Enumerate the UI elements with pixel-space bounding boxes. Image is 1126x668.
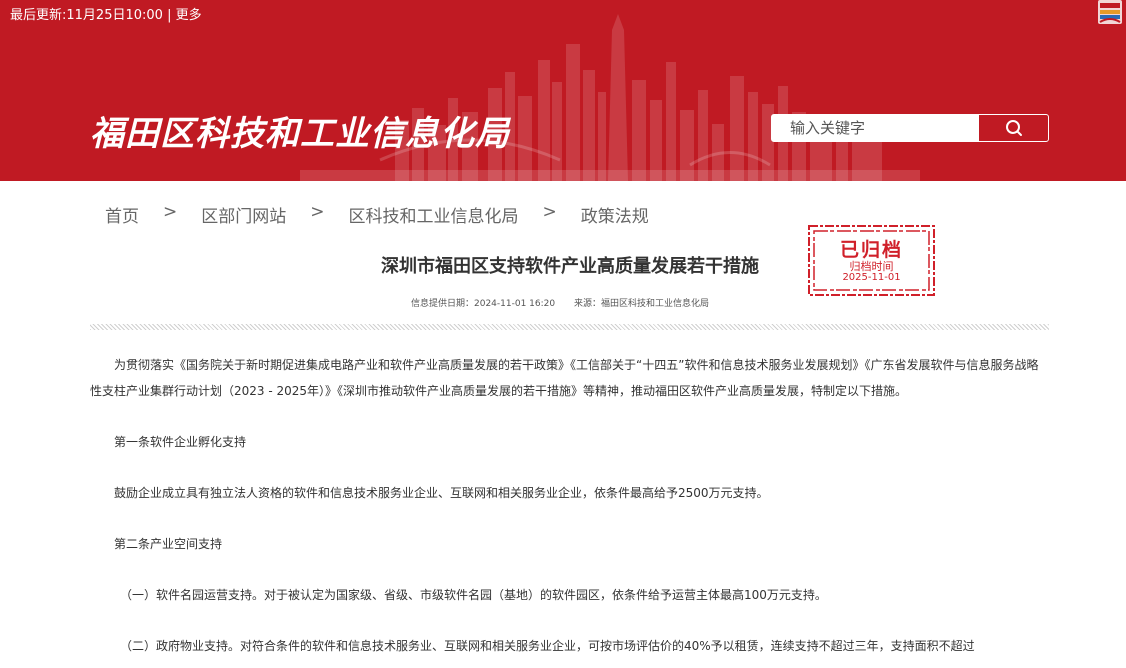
article-2-item-1: （一）软件名园运营支持。对于被认定为国家级、省级、市级软件名园（基地）的软件园区… [120,588,827,602]
hatched-divider [90,324,1049,330]
breadcrumb-separator: > [310,202,325,222]
stamp-date: 2025-11-01 [842,272,901,283]
article-body: 为贯彻落实《国务院关于新时期促进集成电路产业和软件产业高质量发展的若干政策》《工… [90,352,1050,659]
article-2-item-2: （二）政府物业支持。对符合条件的软件和信息技术服务业、互联网和相关服务业企业，可… [120,639,975,653]
emblem-icon [1098,0,1122,24]
archived-stamp: 已归档 归档时间 2025-11-01 [808,225,935,296]
site-title: 福田区科技和工业信息化局 [90,114,510,154]
breadcrumb-policies[interactable]: 政策法规 [581,202,649,227]
breadcrumb-separator: > [163,202,178,222]
article-meta: 信息提供日期：2024-11-01 16:20 来源：福田区科技和工业信息化局 [0,296,1120,309]
breadcrumb: 首页 > 区部门网站 > 区科技和工业信息化局 > 政策法规 [105,202,649,227]
search-input[interactable] [772,115,979,141]
search-icon [1006,120,1022,136]
header-banner: 最后更新:11月25日10:00 | 更多 福田区科技和工业信息化局 [0,0,1126,181]
breadcrumb-bureau[interactable]: 区科技和工业信息化局 [349,202,519,227]
meta-date: 信息提供日期：2024-11-01 16:20 [411,299,556,309]
search-button[interactable] [979,115,1048,141]
breadcrumb-home[interactable]: 首页 [105,202,139,227]
breadcrumb-separator: > [542,202,557,222]
topbar-separator: | [167,8,172,23]
last-updated-text: 最后更新:11月25日10:00 [10,8,163,23]
article-2-heading: 第二条产业空间支持 [114,537,223,551]
article-title: 深圳市福田区支持软件产业高质量发展若干措施 [381,256,759,277]
intro-paragraph: 为贯彻落实《国务院关于新时期促进集成电路产业和软件产业高质量发展的若干政策》《工… [90,358,1039,398]
article-1-heading: 第一条软件企业孵化支持 [114,435,247,449]
breadcrumb-department-sites[interactable]: 区部门网站 [201,202,286,227]
search-box [771,114,1049,142]
article-1-text: 鼓励企业成立具有独立法人资格的软件和信息技术服务业企业、互联网和相关服务业企业，… [114,486,769,500]
more-link[interactable]: 更多 [176,8,202,23]
meta-source: 来源：福田区科技和工业信息化局 [573,299,709,309]
top-info-bar: 最后更新:11月25日10:00 | 更多 [10,4,202,23]
